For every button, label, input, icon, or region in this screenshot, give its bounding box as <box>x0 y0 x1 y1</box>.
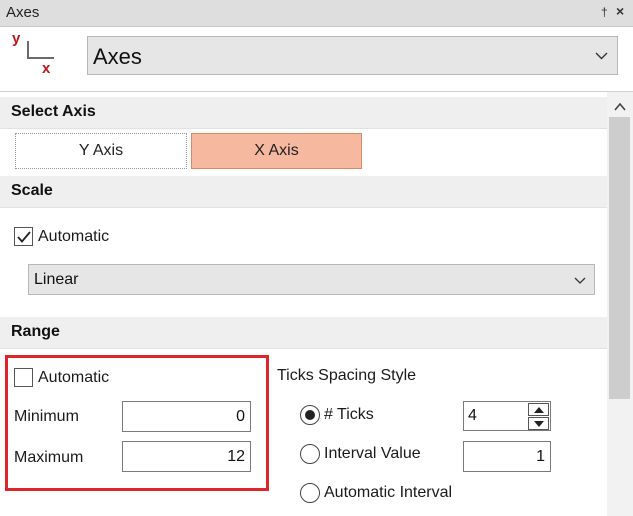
scale-type-dropdown[interactable]: Linear <box>28 264 595 295</box>
ticks-count-stepper[interactable]: 4 <box>463 401 551 431</box>
stepper-down-button[interactable] <box>528 417 549 430</box>
scale-automatic-checkbox[interactable] <box>14 227 33 246</box>
section-header-range: Range <box>0 317 607 349</box>
chevron-down-icon <box>595 52 608 60</box>
interval-value-input[interactable]: 1 <box>463 441 551 472</box>
window-titlebar: Axes † × <box>0 0 633 27</box>
section-header-select-axis: Select Axis <box>0 97 607 129</box>
chevron-down-icon <box>574 277 586 284</box>
section-title-range: Range <box>11 323 60 340</box>
radio-num-ticks-label: # Ticks <box>324 406 374 423</box>
radio-interval-value-label: Interval Value <box>324 445 421 462</box>
maximum-label: Maximum <box>14 449 84 466</box>
object-type-dropdown[interactable]: Axes <box>87 36 618 75</box>
radio-automatic-interval-label: Automatic Interval <box>324 484 453 501</box>
logo-x-letter: x <box>42 60 51 77</box>
radio-automatic-interval[interactable] <box>300 483 320 503</box>
radio-num-ticks[interactable] <box>300 405 320 425</box>
scale-type-value: Linear <box>34 271 79 288</box>
maximum-input[interactable]: 12 <box>122 441 251 472</box>
ticks-spacing-title: Ticks Spacing Style <box>277 367 417 384</box>
radio-interval-value[interactable] <box>300 444 320 464</box>
vertical-scrollbar[interactable] <box>607 92 633 516</box>
window-title: Axes <box>6 4 40 21</box>
object-type-value: Axes <box>93 44 142 69</box>
section-title-scale: Scale <box>11 182 53 199</box>
stepper-up-button[interactable] <box>528 403 549 416</box>
triangle-up-icon <box>534 407 544 413</box>
scale-automatic-label: Automatic <box>38 228 110 245</box>
x-axis-tab[interactable]: X Axis <box>191 133 362 169</box>
range-automatic-checkbox[interactable] <box>14 368 33 387</box>
section-title-select-axis: Select Axis <box>11 103 96 120</box>
y-axis-tab[interactable]: Y Axis <box>15 133 187 169</box>
triangle-down-icon <box>534 421 544 427</box>
axes-logo-icon: y x <box>10 30 60 80</box>
checkmark-icon <box>17 231 31 243</box>
properties-panel: Select Axis Y Axis X Axis Scale Automati… <box>0 92 633 516</box>
object-selector-area: y x Axes <box>0 28 633 90</box>
section-header-scale: Scale <box>0 176 607 208</box>
minimum-input[interactable]: 0 <box>122 401 251 432</box>
pin-icon[interactable]: † <box>601 5 608 19</box>
close-icon[interactable]: × <box>616 3 624 19</box>
scrollbar-thumb[interactable] <box>609 117 630 399</box>
ticks-count-value: 4 <box>468 407 477 424</box>
range-automatic-label: Automatic <box>38 369 110 386</box>
minimum-label: Minimum <box>14 408 79 425</box>
scroll-up-icon[interactable] <box>614 102 626 112</box>
